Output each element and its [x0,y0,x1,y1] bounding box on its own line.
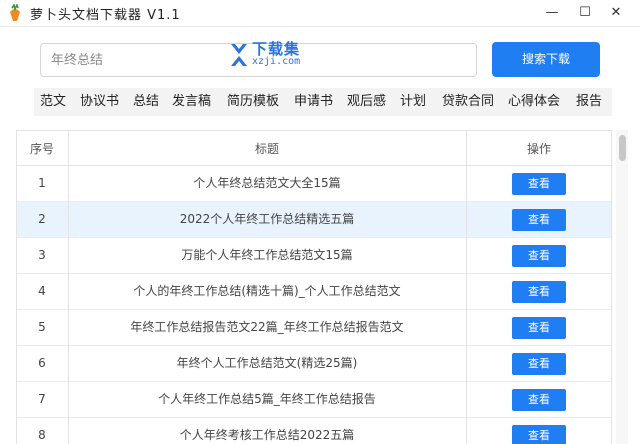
row-index: 7 [38,392,46,406]
row-title: 个人年终工作总结5篇_年终工作总结报告 [158,392,376,406]
vertical-scrollbar[interactable] [616,130,628,444]
window-title: 萝卜头文档下载器 V1.1 [30,8,181,23]
results-table: 序号 标题 操作 1 个人年终总结范文大全15篇 查看 2 2022个人年终工作… [16,130,612,444]
view-button[interactable]: 查看 [512,281,566,303]
row-index: 3 [38,248,46,262]
row-index: 2 [38,212,46,226]
category-item[interactable]: 计划 [400,88,426,116]
table-header: 序号 标题 操作 [16,130,612,166]
minimize-button[interactable]: — [542,3,562,23]
view-button[interactable]: 查看 [512,317,566,339]
view-button[interactable]: 查看 [512,425,566,444]
view-button[interactable]: 查看 [512,389,566,411]
row-title: 万能个人年终工作总结范文15篇 [181,248,353,262]
view-button[interactable]: 查看 [512,353,566,375]
row-title: 年终个人工作总结范文(精选25篇) [176,356,358,370]
table-row[interactable]: 4 个人的年终工作总结(精选十篇)_个人工作总结范文 查看 [16,274,612,310]
table-row[interactable]: 5 年终工作总结报告范文22篇_年终工作总结报告范文 查看 [16,310,612,346]
row-title: 个人年终总结范文大全15篇 [193,176,341,190]
category-item[interactable]: 报告 [576,88,602,116]
title-bar: 萝卜头文档下载器 V1.1 — ☐ ✕ [0,0,640,26]
table-row[interactable]: 2 2022个人年终工作总结精选五篇 查看 [16,202,612,238]
category-item[interactable]: 协议书 [80,88,119,116]
table-row[interactable]: 7 个人年终工作总结5篇_年终工作总结报告 查看 [16,382,612,418]
column-divider [16,130,17,444]
row-index: 6 [38,356,46,370]
column-divider [466,130,467,444]
category-item[interactable]: 贷款合同 [442,88,494,116]
close-button[interactable]: ✕ [606,3,626,23]
row-index: 5 [38,320,46,334]
column-divider [68,130,69,444]
header-action: 操作 [526,142,551,156]
table-row[interactable]: 1 个人年终总结范文大全15篇 查看 [16,166,612,202]
view-button[interactable]: 查看 [512,245,566,267]
title-divider [0,26,640,27]
row-title: 年终工作总结报告范文22篇_年终工作总结报告范文 [130,320,404,334]
carrot-app-icon [10,4,20,21]
row-index: 4 [38,284,46,298]
search-download-button[interactable]: 搜索下载 [492,42,600,77]
watermark-url: xzji.com [252,56,301,67]
maximize-button[interactable]: ☐ [575,3,595,23]
row-title: 个人的年终工作总结(精选十篇)_个人工作总结范文 [133,284,401,298]
site-watermark: 下载集 xzji.com [222,38,342,74]
table-row[interactable]: 8 个人年终考核工作总结2022五篇 查看 [16,418,612,444]
category-item[interactable]: 范文 [40,88,66,116]
category-item[interactable]: 心得体会 [508,88,560,116]
category-nav: 范文 协议书 总结 发言稿 简历模板 申请书 观后感 计划 贷款合同 心得体会 … [34,88,612,116]
row-title: 2022个人年终工作总结精选五篇 [179,212,355,226]
category-item[interactable]: 观后感 [347,88,386,116]
table-row[interactable]: 6 年终个人工作总结范文(精选25篇) 查看 [16,346,612,382]
scrollbar-thumb[interactable] [619,135,626,161]
view-button[interactable]: 查看 [512,173,566,195]
table-row[interactable]: 3 万能个人年终工作总结范文15篇 查看 [16,238,612,274]
category-item[interactable]: 简历模板 [227,88,279,116]
header-title: 标题 [254,142,279,156]
category-item[interactable]: 发言稿 [172,88,211,116]
row-index: 8 [38,428,46,442]
header-index: 序号 [29,142,54,156]
row-index: 1 [38,176,46,190]
category-item[interactable]: 总结 [133,88,159,116]
category-item[interactable]: 申请书 [294,88,333,116]
column-divider [611,130,612,444]
download-logo-icon [231,44,247,66]
view-button[interactable]: 查看 [512,209,566,231]
row-title: 个人年终考核工作总结2022五篇 [179,428,355,442]
